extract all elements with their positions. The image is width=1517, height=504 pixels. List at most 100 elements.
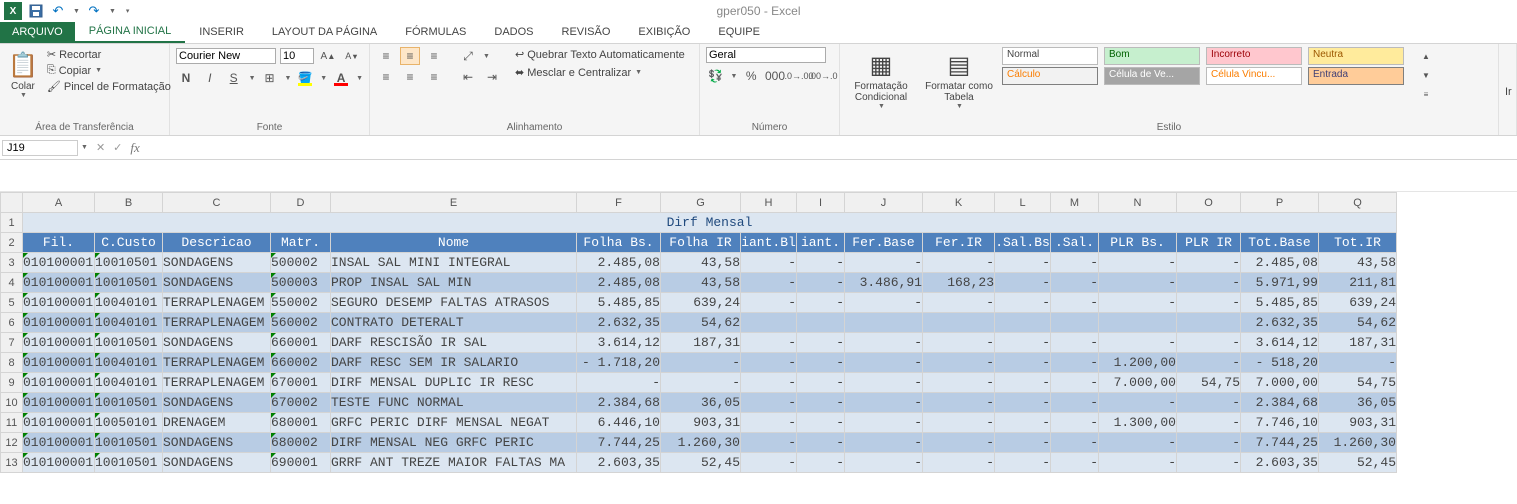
cell-E7[interactable]: DARF RESCISÃO IR SAL: [331, 333, 577, 353]
cell-A12[interactable]: 010100001: [23, 433, 95, 453]
cell-N10[interactable]: -: [1099, 393, 1177, 413]
align-left-button[interactable]: ≡: [376, 68, 396, 86]
conditional-formatting-button[interactable]: ▦ Formatação Condicional▼: [846, 47, 916, 112]
cell-F13[interactable]: 2.603,35: [577, 453, 661, 473]
row-header-5[interactable]: 5: [1, 293, 23, 313]
styles-scroll-down[interactable]: ▼: [1416, 66, 1436, 84]
cell-A5[interactable]: 010100001: [23, 293, 95, 313]
format-painter-button[interactable]: 🖌Pincel de Formatação: [44, 79, 174, 94]
cell-K13[interactable]: -: [923, 453, 995, 473]
cell-H11[interactable]: -: [741, 413, 797, 433]
cell-A4[interactable]: 010100001: [23, 273, 95, 293]
tab-home[interactable]: PÁGINA INICIAL: [75, 21, 186, 43]
header-cell-D[interactable]: Matr.: [271, 233, 331, 253]
cell-I5[interactable]: -: [797, 293, 845, 313]
cell-Q4[interactable]: 211,81: [1319, 273, 1397, 293]
increase-font-button[interactable]: A▲: [318, 47, 338, 65]
font-color-button[interactable]: A: [331, 69, 351, 87]
save-button[interactable]: [28, 3, 44, 19]
style-linked[interactable]: Célula Vincu...: [1206, 67, 1302, 85]
cell-J3[interactable]: -: [845, 253, 923, 273]
cell-K7[interactable]: -: [923, 333, 995, 353]
cell-F9[interactable]: -: [577, 373, 661, 393]
wrap-text-button[interactable]: ↩Quebrar Texto Automaticamente: [512, 47, 688, 62]
row-header-9[interactable]: 9: [1, 373, 23, 393]
decrease-font-button[interactable]: A▼: [342, 47, 362, 65]
accounting-format-button[interactable]: 💱: [706, 67, 726, 85]
select-all-corner[interactable]: [1, 193, 23, 213]
cell-K12[interactable]: -: [923, 433, 995, 453]
cell-P11[interactable]: 7.746,10: [1241, 413, 1319, 433]
cell-E12[interactable]: DIRF MENSAL NEG GRFC PERIC: [331, 433, 577, 453]
cell-H6[interactable]: [741, 313, 797, 333]
cell-K3[interactable]: -: [923, 253, 995, 273]
fill-color-button[interactable]: 🪣: [295, 69, 315, 87]
cell-N5[interactable]: -: [1099, 293, 1177, 313]
cell-E4[interactable]: PROP INSAL SAL MIN: [331, 273, 577, 293]
cell-L8[interactable]: -: [995, 353, 1051, 373]
col-header-A[interactable]: A: [23, 193, 95, 213]
cell-I11[interactable]: -: [797, 413, 845, 433]
cell-O3[interactable]: -: [1177, 253, 1241, 273]
style-neutral[interactable]: Neutra: [1308, 47, 1404, 65]
tab-formulas[interactable]: FÓRMULAS: [391, 21, 480, 43]
cell-L13[interactable]: -: [995, 453, 1051, 473]
cell-C10[interactable]: SONDAGENS: [163, 393, 271, 413]
cell-N4[interactable]: -: [1099, 273, 1177, 293]
cell-K5[interactable]: -: [923, 293, 995, 313]
styles-more[interactable]: ≡: [1416, 85, 1436, 103]
cell-K10[interactable]: -: [923, 393, 995, 413]
cell-J9[interactable]: -: [845, 373, 923, 393]
row-header-13[interactable]: 13: [1, 453, 23, 473]
col-header-I[interactable]: I: [797, 193, 845, 213]
header-cell-C[interactable]: Descricao: [163, 233, 271, 253]
header-cell-N[interactable]: PLR Bs.: [1099, 233, 1177, 253]
cell-B6[interactable]: 10040101: [95, 313, 163, 333]
cut-button[interactable]: ✂Recortar: [44, 47, 174, 62]
cell-B11[interactable]: 10050101: [95, 413, 163, 433]
cell-H7[interactable]: -: [741, 333, 797, 353]
cell-D10[interactable]: 670002: [271, 393, 331, 413]
col-header-J[interactable]: J: [845, 193, 923, 213]
cell-H4[interactable]: -: [741, 273, 797, 293]
cell-L6[interactable]: [995, 313, 1051, 333]
cell-M8[interactable]: -: [1051, 353, 1099, 373]
cell-I10[interactable]: -: [797, 393, 845, 413]
cell-J7[interactable]: -: [845, 333, 923, 353]
style-input[interactable]: Entrada: [1308, 67, 1404, 85]
tab-view[interactable]: EXIBIÇÃO: [624, 21, 704, 43]
merge-center-button[interactable]: ⬌Mesclar e Centralizar▼: [512, 65, 688, 80]
header-cell-H[interactable]: iant.Bl: [741, 233, 797, 253]
cell-M9[interactable]: -: [1051, 373, 1099, 393]
cell-A3[interactable]: 010100001: [23, 253, 95, 273]
header-cell-G[interactable]: Folha IR: [661, 233, 741, 253]
cell-N12[interactable]: -: [1099, 433, 1177, 453]
cell-O4[interactable]: -: [1177, 273, 1241, 293]
row-header-6[interactable]: 6: [1, 313, 23, 333]
cell-C11[interactable]: DRENAGEM: [163, 413, 271, 433]
header-cell-A[interactable]: Fil.: [23, 233, 95, 253]
redo-button[interactable]: ↷: [86, 3, 102, 19]
cell-E8[interactable]: DARF RESC SEM IR SALARIO: [331, 353, 577, 373]
italic-button[interactable]: I: [200, 69, 220, 87]
cell-N3[interactable]: -: [1099, 253, 1177, 273]
cell-C12[interactable]: SONDAGENS: [163, 433, 271, 453]
cell-O10[interactable]: -: [1177, 393, 1241, 413]
cell-L12[interactable]: -: [995, 433, 1051, 453]
cell-H5[interactable]: -: [741, 293, 797, 313]
cell-Q9[interactable]: 54,75: [1319, 373, 1397, 393]
cell-E3[interactable]: INSAL SAL MINI INTEGRAL: [331, 253, 577, 273]
header-cell-M[interactable]: .Sal.: [1051, 233, 1099, 253]
tab-review[interactable]: REVISÃO: [548, 21, 625, 43]
cell-B9[interactable]: 10040101: [95, 373, 163, 393]
increase-indent-button[interactable]: ⇥: [482, 68, 502, 86]
cell-O7[interactable]: -: [1177, 333, 1241, 353]
cell-P8[interactable]: - 518,20: [1241, 353, 1319, 373]
cell-P10[interactable]: 2.384,68: [1241, 393, 1319, 413]
cell-D7[interactable]: 660001: [271, 333, 331, 353]
header-cell-E[interactable]: Nome: [331, 233, 577, 253]
cell-O11[interactable]: -: [1177, 413, 1241, 433]
cell-D4[interactable]: 500003: [271, 273, 331, 293]
cell-F4[interactable]: 2.485,08: [577, 273, 661, 293]
cell-I3[interactable]: -: [797, 253, 845, 273]
